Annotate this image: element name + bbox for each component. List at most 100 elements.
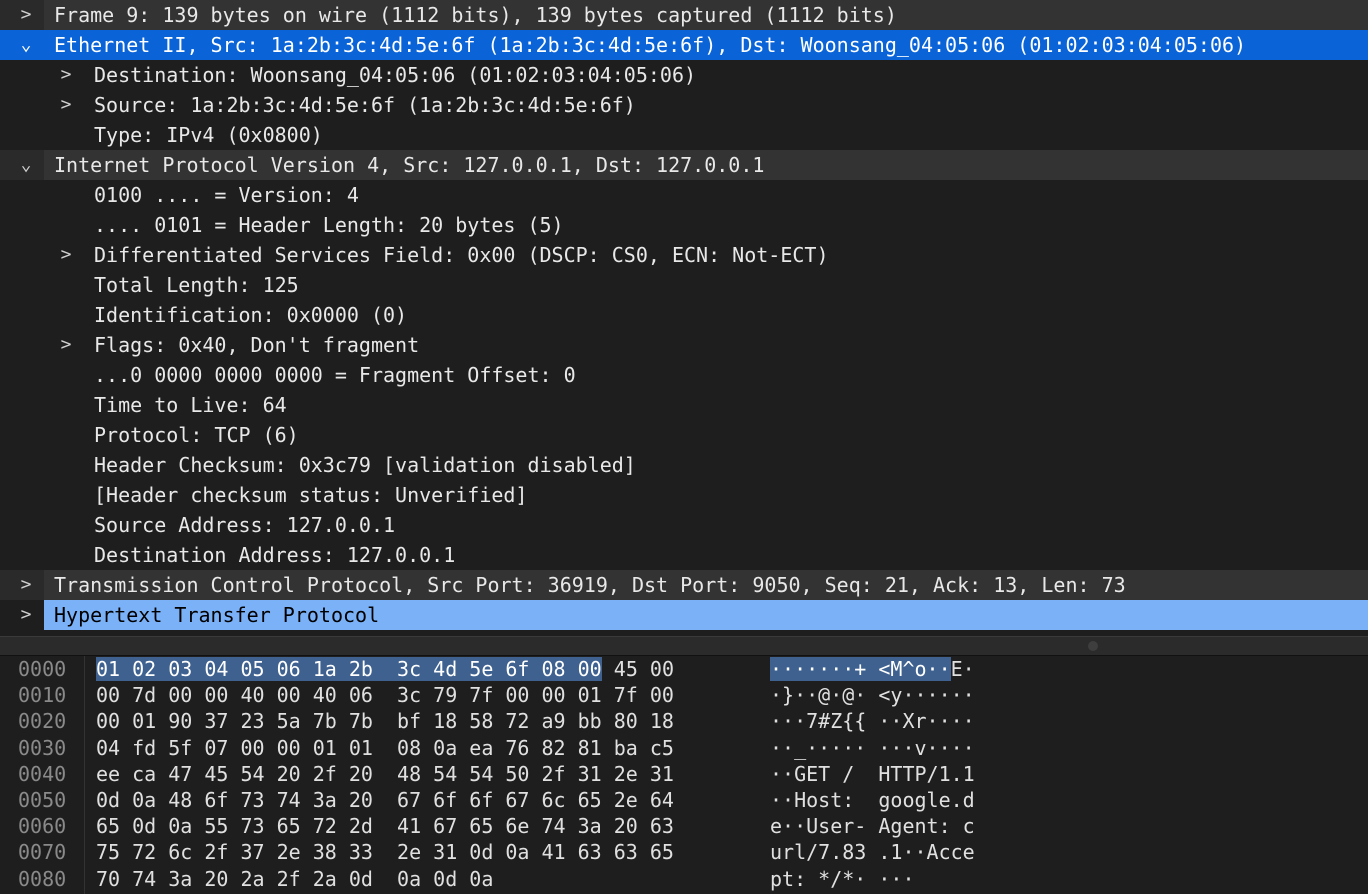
tree-row[interactable]: ⌄ Internet Protocol Version 4, Src: 127.0… <box>0 150 1368 180</box>
hex-row[interactable]: 0060 65 0d 0a 55 73 65 72 2d 41 67 65 6e … <box>0 813 1368 839</box>
tree-row[interactable]: Source Address: 127.0.0.1 <box>0 510 1368 540</box>
hex-bytes-rest[interactable]: 0d 0a 48 6f 73 74 3a 20 67 6f 6f 67 6c 6… <box>96 788 674 812</box>
tree-row-label: Time to Live: 64 <box>94 393 287 417</box>
expand-arrow-icon[interactable]: > <box>16 0 36 30</box>
tree-row-label: Total Length: 125 <box>94 273 299 297</box>
tree-row[interactable]: > Destination: Woonsang_04:05:06 (01:02:0… <box>0 60 1368 90</box>
splitter-handle[interactable] <box>1088 641 1098 651</box>
hex-offset: 0000 <box>18 657 67 681</box>
hex-bytes[interactable]: 04 fd 5f 07 00 00 01 01 08 0a ea 76 82 8… <box>96 735 674 761</box>
hex-bytes-rest[interactable]: 00 7d 00 00 40 00 40 06 3c 79 7f 00 00 0… <box>96 683 674 707</box>
hex-bytes[interactable]: 00 01 90 37 23 5a 7b 7b bf 18 58 72 a9 b… <box>96 708 674 734</box>
tree-row-label: Type: IPv4 (0x0800) <box>94 123 323 147</box>
hex-ascii-selected[interactable]: ·······+ <M^o·· <box>770 657 951 681</box>
packet-bytes-pane: 0000 01 02 03 04 05 06 1a 2b 3c 4d 5e 6f … <box>0 656 1368 894</box>
hex-bytes-rest[interactable]: 75 72 6c 2f 37 2e 38 33 2e 31 0d 0a 41 6… <box>96 840 674 864</box>
tree-row[interactable]: 0100 .... = Version: 4 <box>0 180 1368 210</box>
hex-row[interactable]: 0040 ee ca 47 45 54 20 2f 20 48 54 54 50 … <box>0 761 1368 787</box>
tree-row[interactable]: > Source: 1a:2b:3c:4d:5e:6f (1a:2b:3c:4d:… <box>0 90 1368 120</box>
tree-row[interactable]: .... 0101 = Header Length: 20 bytes (5) <box>0 210 1368 240</box>
hex-ascii-rest[interactable]: ·}··@·@· <y······ <box>770 683 975 707</box>
tree-row-label: Flags: 0x40, Don't fragment <box>94 333 420 357</box>
hex-ascii[interactable]: pt: */*· ··· <box>770 866 915 892</box>
hex-ascii-rest[interactable]: ··Host: google.d <box>770 788 975 812</box>
hex-bytes[interactable]: 01 02 03 04 05 06 1a 2b 3c 4d 5e 6f 08 0… <box>96 656 674 682</box>
hex-ascii-rest[interactable]: ··_····· ···v···· <box>770 736 975 760</box>
hex-bytes[interactable]: ee ca 47 45 54 20 2f 20 48 54 54 50 2f 3… <box>96 761 674 787</box>
hex-ascii[interactable]: ·}··@·@· <y······ <box>770 682 975 708</box>
hex-bytes[interactable]: 0d 0a 48 6f 73 74 3a 20 67 6f 6f 67 6c 6… <box>96 787 674 813</box>
hex-bytes-rest[interactable]: 00 01 90 37 23 5a 7b 7b bf 18 58 72 a9 b… <box>96 709 674 733</box>
tree-row-label: Identification: 0x0000 (0) <box>94 303 408 327</box>
tree-row[interactable]: Identification: 0x0000 (0) <box>0 300 1368 330</box>
hex-ascii-rest[interactable]: pt: */*· ··· <box>770 867 915 891</box>
tree-row[interactable]: > Transmission Control Protocol, Src Port… <box>0 570 1368 600</box>
hex-ascii[interactable]: ··GET / HTTP/1.1 <box>770 761 975 787</box>
tree-row-label: Frame 9: 139 bytes on wire (1112 bits), … <box>54 3 897 27</box>
hex-row[interactable]: 0010 00 7d 00 00 40 00 40 06 3c 79 7f 00 … <box>0 682 1368 708</box>
hex-bytes-rest[interactable]: 70 74 3a 20 2a 2f 2a 0d 0a 0d 0a <box>96 867 493 891</box>
tree-row[interactable]: > Flags: 0x40, Don't fragment <box>0 330 1368 360</box>
hex-offset: 0020 <box>18 709 67 734</box>
hex-ascii-rest[interactable]: ···7#Z{{ ··Xr···· <box>770 709 975 733</box>
tree-row[interactable]: > Differentiated Services Field: 0x00 (DS… <box>0 240 1368 270</box>
expand-arrow-icon[interactable]: > <box>56 60 76 90</box>
hex-bytes-rest[interactable]: ee ca 47 45 54 20 2f 20 48 54 54 50 2f 3… <box>96 762 674 786</box>
tree-row[interactable]: Type: IPv4 (0x0800) <box>0 120 1368 150</box>
expand-arrow-icon[interactable]: > <box>56 90 76 120</box>
hex-offset: 0080 <box>18 866 67 891</box>
tree-row[interactable]: Total Length: 125 <box>0 270 1368 300</box>
tree-row-label: Source: 1a:2b:3c:4d:5e:6f (1a:2b:3c:4d:5… <box>94 93 636 117</box>
tree-row[interactable]: ⌄ Ethernet II, Src: 1a:2b:3c:4d:5e:6f (1a… <box>0 30 1368 60</box>
tree-row[interactable]: > Frame 9: 139 bytes on wire (1112 bits),… <box>0 0 1368 30</box>
hex-bytes[interactable]: 75 72 6c 2f 37 2e 38 33 2e 31 0d 0a 41 6… <box>96 839 674 865</box>
hex-ascii[interactable]: e··User- Agent: c <box>770 813 975 839</box>
tree-row[interactable]: > Hypertext Transfer Protocol <box>0 600 1368 630</box>
hex-ascii-rest[interactable]: e··User- Agent: c <box>770 814 975 838</box>
tree-row-label: 0100 .... = Version: 4 <box>94 183 359 207</box>
collapse-arrow-icon[interactable]: ⌄ <box>16 150 36 180</box>
tree-row-label: Transmission Control Protocol, Src Port:… <box>54 573 1126 597</box>
expand-arrow-icon[interactable]: > <box>56 240 76 270</box>
expand-arrow-icon[interactable]: > <box>16 600 36 630</box>
tree-row-label: Source Address: 127.0.0.1 <box>94 513 396 537</box>
tree-row[interactable]: Protocol: TCP (6) <box>0 420 1368 450</box>
hex-ascii[interactable]: ·······+ <M^o··E· <box>770 656 975 682</box>
hex-row[interactable]: 0050 0d 0a 48 6f 73 74 3a 20 67 6f 6f 67 … <box>0 787 1368 813</box>
hex-row[interactable]: 0080 70 74 3a 20 2a 2f 2a 0d 0a 0d 0a pt: … <box>0 866 1368 892</box>
tree-row[interactable]: [Header checksum status: Unverified] <box>0 480 1368 510</box>
tree-row-label: Destination Address: 127.0.0.1 <box>94 543 456 567</box>
hex-row[interactable]: 0020 00 01 90 37 23 5a 7b 7b bf 18 58 72 … <box>0 708 1368 734</box>
tree-row[interactable]: ...0 0000 0000 0000 = Fragment Offset: 0 <box>0 360 1368 390</box>
tree-row-label: Hypertext Transfer Protocol <box>54 603 380 627</box>
tree-row-label: Header Checksum: 0x3c79 [validation disa… <box>94 453 636 477</box>
hex-bytes-rest[interactable]: 04 fd 5f 07 00 00 01 01 08 0a ea 76 82 8… <box>96 736 674 760</box>
hex-bytes-rest[interactable]: 45 00 <box>602 657 674 681</box>
hex-offset: 0060 <box>18 814 67 839</box>
expand-arrow-icon[interactable]: > <box>16 570 36 600</box>
hex-row[interactable]: 0000 01 02 03 04 05 06 1a 2b 3c 4d 5e 6f … <box>0 656 1368 682</box>
hex-bytes[interactable]: 70 74 3a 20 2a 2f 2a 0d 0a 0d 0a <box>96 866 493 892</box>
hex-ascii[interactable]: ··_····· ···v···· <box>770 735 975 761</box>
tree-row-label: ...0 0000 0000 0000 = Fragment Offset: 0 <box>94 363 576 387</box>
tree-row[interactable]: Header Checksum: 0x3c79 [validation disa… <box>0 450 1368 480</box>
hex-row[interactable]: 0030 04 fd 5f 07 00 00 01 01 08 0a ea 76 … <box>0 735 1368 761</box>
hex-row[interactable]: 0070 75 72 6c 2f 37 2e 38 33 2e 31 0d 0a … <box>0 839 1368 865</box>
expand-arrow-icon[interactable]: > <box>56 330 76 360</box>
collapse-arrow-icon[interactable]: ⌄ <box>16 30 36 60</box>
tree-row-label: Protocol: TCP (6) <box>94 423 299 447</box>
tree-row-label: Destination: Woonsang_04:05:06 (01:02:03… <box>94 63 697 87</box>
hex-ascii[interactable]: ···7#Z{{ ··Xr···· <box>770 708 975 734</box>
hex-ascii[interactable]: url/7.83 .1··Acce <box>770 839 975 865</box>
hex-bytes[interactable]: 00 7d 00 00 40 00 40 06 3c 79 7f 00 00 0… <box>96 682 674 708</box>
hex-ascii-rest[interactable]: E· <box>951 657 975 681</box>
pane-splitter[interactable] <box>0 636 1368 656</box>
tree-row[interactable]: Time to Live: 64 <box>0 390 1368 420</box>
hex-bytes[interactable]: 65 0d 0a 55 73 65 72 2d 41 67 65 6e 74 3… <box>96 813 674 839</box>
hex-ascii-rest[interactable]: url/7.83 .1··Acce <box>770 840 975 864</box>
hex-ascii[interactable]: ··Host: google.d <box>770 787 975 813</box>
hex-ascii-rest[interactable]: ··GET / HTTP/1.1 <box>770 762 975 786</box>
hex-bytes-selected[interactable]: 01 02 03 04 05 06 1a 2b 3c 4d 5e 6f 08 0… <box>96 657 602 681</box>
tree-row[interactable]: Destination Address: 127.0.0.1 <box>0 540 1368 570</box>
hex-bytes-rest[interactable]: 65 0d 0a 55 73 65 72 2d 41 67 65 6e 74 3… <box>96 814 674 838</box>
